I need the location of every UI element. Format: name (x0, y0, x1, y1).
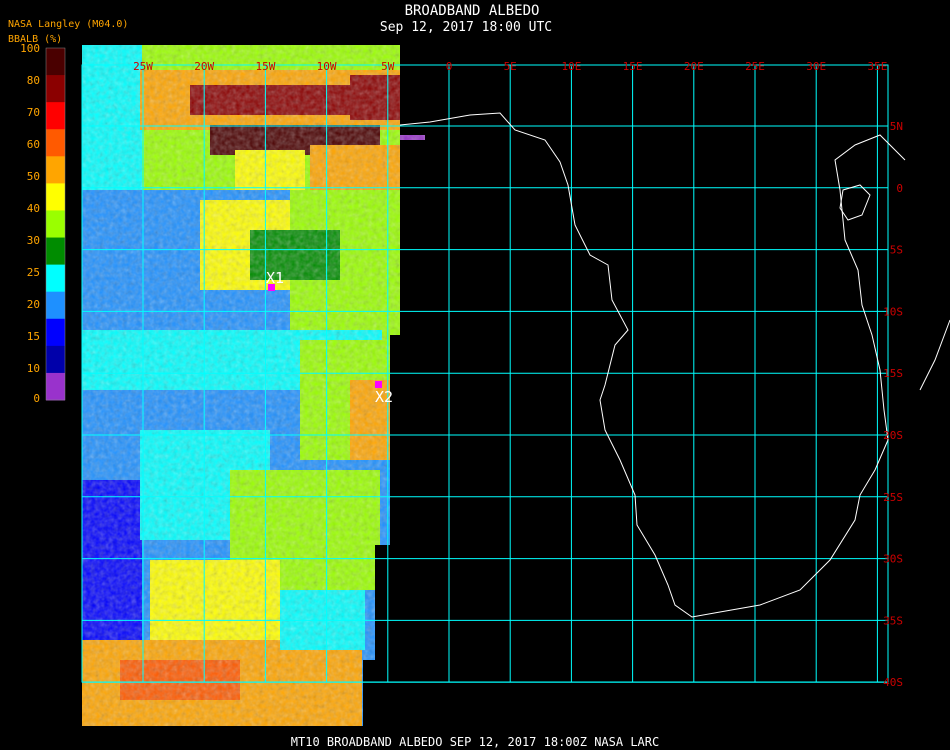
albedo-map-figure: 25W 20W 15W 10W 5W 0 5E 10E 15E 20E 25E 30E 35E 5N05… (8, 3, 950, 749)
legend-swatch (46, 264, 65, 293)
legend-tick-label: 80 (27, 74, 40, 87)
latitude-label: 25S (883, 491, 903, 504)
longitude-label: 10W (317, 60, 337, 73)
longitude-label: 5E (504, 60, 517, 73)
latitude-label: 15S (883, 367, 903, 380)
legend-tick-label: 0 (33, 392, 40, 405)
legend-swatch (46, 129, 65, 157)
longitude-label: 15W (255, 60, 275, 73)
legend-swatch (46, 75, 65, 103)
legend-swatch (46, 237, 65, 266)
legend-tick-label: 100 (20, 42, 40, 55)
marker-x2-dot (375, 381, 382, 388)
latitude-label: 30S (883, 553, 903, 566)
map-title: BROADBAND ALBEDO (405, 3, 540, 19)
lake-outline (839, 184, 871, 221)
longitude-label: 25W (133, 60, 153, 73)
latitude-labels: 5N 0 5S 10S 15S 20S 25S 30S 35S 40S (883, 120, 903, 689)
longitude-label: 0 (446, 60, 453, 73)
legend-swatch (46, 210, 65, 239)
latitude-label: 0 (896, 182, 903, 195)
legend-swatch (46, 156, 65, 184)
legend-tick-label: 15 (27, 330, 40, 343)
legend-swatch (46, 372, 65, 401)
legend-swatch (46, 318, 65, 347)
latitude-label: 5N (890, 120, 903, 133)
latitude-label: 40S (883, 676, 903, 689)
longitude-label: 5W (381, 60, 395, 73)
latitude-label: 35S (883, 614, 903, 627)
legend-tick-labels: 100807060504030252015100 (20, 42, 40, 405)
legend-colorbar (45, 47, 66, 401)
legend-tick-label: 10 (27, 362, 40, 375)
legend-tick-label: 70 (27, 106, 40, 119)
africa-coastline (399, 112, 906, 618)
longitude-label: 20E (684, 60, 704, 73)
footer-caption: MT10 BROADBAND ALBEDO SEP 12, 2017 18:00… (291, 735, 659, 749)
madagascar-coastline (919, 319, 950, 391)
legend-tick-label: 40 (27, 202, 40, 215)
latitude-label: 5S (890, 244, 903, 257)
legend-swatch (46, 183, 65, 211)
map-subtitle: Sep 12, 2017 18:00 UTC (380, 20, 552, 35)
longitude-label: 10E (561, 60, 581, 73)
legend-tick-label: 60 (27, 138, 40, 151)
longitude-label: 25E (745, 60, 765, 73)
legend-tick-label: 25 (27, 266, 40, 279)
latitude-label: 10S (883, 305, 903, 318)
latitude-label: 20S (883, 429, 903, 442)
legend-source: NASA Langley (M04.0) (8, 19, 128, 30)
longitude-label: 15E (623, 60, 643, 73)
legend-tick-label: 30 (27, 234, 40, 247)
longitude-label: 35E (867, 60, 887, 73)
longitude-label: 20W (194, 60, 214, 73)
legend-tick-label: 50 (27, 170, 40, 183)
legend-swatch (46, 291, 65, 320)
legend-swatch (46, 102, 65, 130)
legend-swatch (46, 48, 65, 76)
legend-swatch (46, 345, 65, 374)
marker-x1-label: X1 (266, 269, 284, 287)
longitude-label: 30E (806, 60, 826, 73)
marker-x2-label: X2 (375, 388, 393, 406)
legend-tick-label: 20 (27, 298, 40, 311)
